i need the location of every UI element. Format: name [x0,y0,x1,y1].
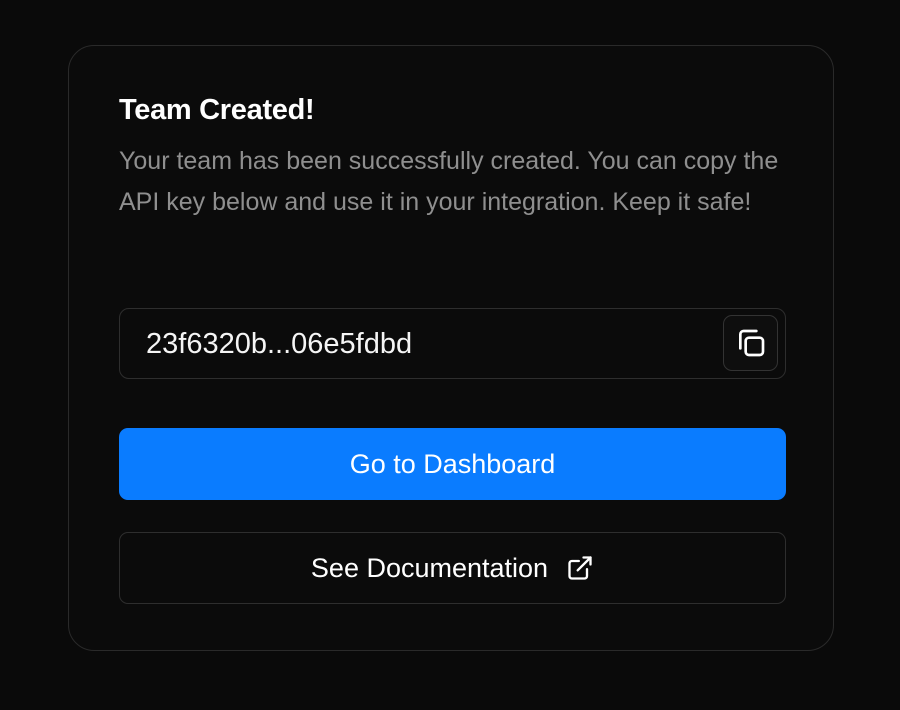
see-documentation-label: See Documentation [310,552,549,583]
team-created-card: Team Created! Your team has been success… [68,45,834,651]
external-link-icon [566,554,594,582]
go-to-dashboard-button[interactable]: Go to Dashboard [119,428,786,500]
copy-api-key-button[interactable] [723,315,778,371]
dialog-title: Team Created! [119,94,315,126]
dialog-description: Your team has been successfully created.… [119,147,779,216]
copy-icon [735,327,767,359]
see-documentation-button[interactable]: See Documentation [119,532,786,604]
api-key-value[interactable]: 23f6320b...06e5fdbd [146,309,412,379]
go-to-dashboard-label: Go to Dashboard [349,448,556,479]
api-key-field[interactable]: 23f6320b...06e5fdbd [119,308,786,379]
